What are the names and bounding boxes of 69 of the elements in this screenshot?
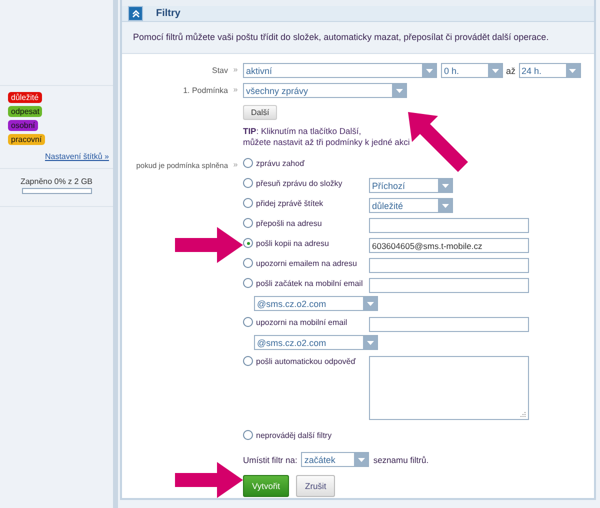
- dropdown-arrow-icon: [442, 204, 448, 208]
- arrow-mark: »: [232, 159, 239, 169]
- domain-select[interactable]: @sms.cz.o2.com: [254, 296, 378, 311]
- description-text: Pomocí filtrů můžete vaši poštu třídit do složek, automaticky mazat, přeposílat či provádět další operace.: [133, 32, 549, 42]
- state-select[interactable]: aktivní: [243, 63, 437, 78]
- dropdown-arrow-icon: [366, 302, 374, 306]
- option-label[interactable]: zprávu zahoď: [256, 158, 304, 168]
- radio-button[interactable]: [243, 198, 253, 208]
- quota-label: Zapněno 0% z 2 GB: [20, 177, 93, 186]
- option-label[interactable]: přesuň zprávu do složky: [256, 178, 342, 188]
- option-label[interactable]: upozorni na mobilní email: [256, 318, 348, 326]
- label-tag[interactable]: důležité: [8, 92, 42, 103]
- placement-select[interactable]: začátek: [301, 452, 370, 467]
- placement-suffix: seznamu filtrů.: [373, 454, 429, 464]
- option-label[interactable]: pošli automatickou odpověď: [256, 356, 356, 366]
- radio-button[interactable]: [243, 218, 253, 228]
- dropdown-arrow-icon: [426, 68, 432, 72]
- field-label: 1. Podmínka: [182, 85, 228, 95]
- pointer-arrow: [175, 227, 243, 263]
- dropdown-arrow-icon: [492, 68, 498, 72]
- dropdown-arrow-icon: [569, 68, 576, 72]
- pointer-arrow: [408, 112, 468, 174]
- radio-button[interactable]: [243, 238, 253, 248]
- input-field[interactable]: [369, 218, 529, 233]
- option-label[interactable]: pošli kopii na adresu: [256, 238, 329, 248]
- collapse-button[interactable]: [128, 6, 143, 21]
- radio-button[interactable]: [243, 278, 253, 288]
- option-label[interactable]: přidej zprávě štítek: [256, 198, 324, 208]
- label-tag[interactable]: odpesat: [8, 106, 42, 117]
- reply-textarea[interactable]: [369, 356, 529, 420]
- range-label: až: [506, 66, 516, 76]
- next-button[interactable]: Další: [243, 105, 278, 120]
- resize-grip-icon: [520, 411, 526, 417]
- arrow-mark: »: [232, 84, 239, 94]
- option-select[interactable]: důležité: [369, 198, 453, 213]
- to-hour-select[interactable]: 24 h.: [518, 63, 581, 78]
- option-label[interactable]: pošli začátek na mobilní email: [256, 278, 363, 288]
- radio-button[interactable]: [243, 158, 253, 168]
- radio-button[interactable]: [243, 356, 253, 366]
- cancel-button[interactable]: Zrušit: [296, 475, 336, 497]
- arrow-mark: »: [232, 64, 239, 74]
- radio-button[interactable]: [243, 258, 253, 268]
- label-tag[interactable]: pracovní: [8, 134, 45, 145]
- option-select[interactable]: Příchozí: [369, 178, 453, 193]
- double-chevron-up-icon: [132, 10, 140, 18]
- radio-button[interactable]: [243, 317, 253, 327]
- field-label: Stav: [210, 65, 228, 75]
- tip-text: můžete nastavit až tři podmínky k jedné akci: [243, 137, 410, 148]
- option-label[interactable]: upozorni emailem na adresu: [256, 258, 357, 268]
- dropdown-arrow-icon: [358, 458, 365, 462]
- input-field[interactable]: 603604605@sms.t-mobile.cz: [369, 238, 529, 253]
- radio-button[interactable]: [243, 430, 253, 440]
- condition-select[interactable]: všechny zprávy: [243, 83, 407, 98]
- radio-button[interactable]: [243, 178, 253, 188]
- option-label[interactable]: přepošli na adresu: [256, 218, 322, 228]
- input-field[interactable]: [369, 258, 529, 273]
- from-hour-select[interactable]: 0 h.: [441, 63, 503, 78]
- panel-title: Filtry: [156, 8, 180, 19]
- placement-label: Umístit filtr na:: [243, 454, 298, 464]
- tip-text: TIP: Kliknutím na tlačítko Další,: [243, 126, 362, 137]
- input-field[interactable]: [369, 317, 529, 332]
- dropdown-arrow-icon: [396, 88, 402, 92]
- dropdown-arrow-icon: [442, 184, 448, 188]
- tag-settings-link[interactable]: Nastavení štítků »: [44, 152, 109, 161]
- option-label[interactable]: neprováděj další filtry: [256, 430, 332, 440]
- dropdown-arrow-icon: [366, 340, 374, 344]
- input-field[interactable]: [369, 278, 529, 293]
- domain-select[interactable]: @sms.cz.o2.com: [254, 335, 378, 350]
- pointer-arrow: [175, 462, 243, 498]
